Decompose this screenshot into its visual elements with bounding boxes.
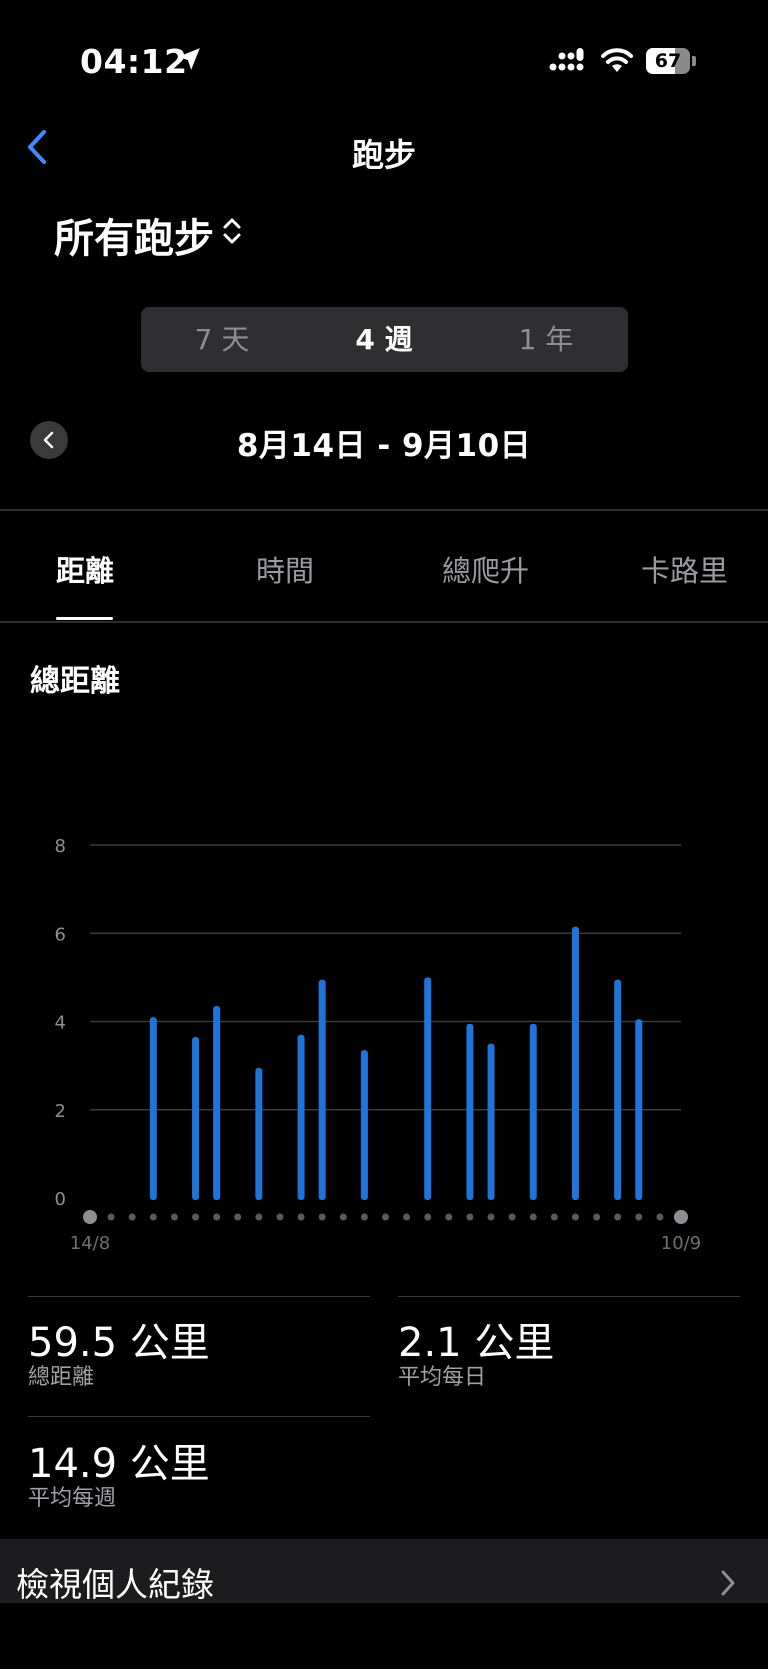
stat-weekly-average-label: 平均每週 [28,1486,117,1511]
bar [318,979,326,1200]
y-tick-label: 2 [55,1101,66,1122]
axis-day-dot [487,1213,495,1221]
battery-percent: 67 [654,50,682,72]
divider [0,621,768,623]
axis-day-dot [192,1213,200,1221]
bar [255,1067,263,1200]
divider [398,1296,740,1297]
workout-filter-label[interactable]: 所有跑步 [54,206,214,264]
axis-day-dot [529,1213,537,1221]
date-range-label: 8月14日 - 9月10日 [236,428,532,464]
tab-elevation[interactable]: 總爬升 [442,548,529,590]
axis-day-dot [276,1213,284,1221]
axis-day-dot [297,1213,305,1221]
axis-day-dot [83,1210,97,1224]
axis-day-dot [107,1213,115,1221]
divider [28,1416,370,1417]
axis-day-dot [339,1213,347,1221]
view-personal-records-label[interactable]: 檢視個人紀錄 [16,1558,214,1606]
bar [360,1050,368,1200]
status-time: 04:12 [80,42,188,81]
bar [529,1023,537,1200]
axis-day-dot [382,1213,389,1221]
axis-day-dot [424,1213,432,1221]
axis-day-dot [318,1213,326,1221]
x-start-label: 14/8 [70,1233,110,1254]
bar [571,926,579,1200]
axis-day-dot [149,1213,157,1221]
section-title: 總距離 [30,664,120,699]
bar [297,1034,305,1200]
period-segmented-control: 7 天 4 週 1 年 [141,307,628,372]
divider [0,509,768,511]
bar [424,977,432,1200]
axis-day-dot [635,1213,643,1221]
axis-day-dot [170,1213,178,1221]
period-tab-4-weeks[interactable]: 4 週 [303,307,465,372]
period-tab-7-days[interactable]: 7 天 [141,307,303,372]
chevron-right-icon[interactable] [720,1569,736,1597]
stat-total-distance-label: 總距離 [28,1365,95,1390]
x-end-label: 10/9 [661,1233,701,1254]
axis-day-dot [593,1213,601,1221]
tab-time[interactable]: 時間 [256,548,314,590]
battery-indicator: 67 [646,48,696,74]
page-title: 跑步 [351,136,416,174]
chevron-up-down-icon[interactable] [222,216,242,246]
wifi-icon [601,48,633,72]
y-tick-label: 4 [55,1013,66,1034]
y-tick-label: 8 [55,836,66,857]
bar [635,1019,643,1200]
tab-calories[interactable]: 卡路里 [641,548,728,590]
axis-day-dot [234,1213,242,1221]
bar [192,1036,200,1200]
axis-day-dot [213,1213,221,1221]
axis-day-dot [360,1213,368,1221]
axis-day-dot [550,1213,558,1221]
axis-day-dot [571,1213,579,1221]
active-tab-indicator [56,617,113,620]
cellular-signal-icon [549,48,584,71]
divider [28,1296,370,1297]
axis-day-dot [466,1213,474,1221]
y-tick-label: 0 [55,1189,66,1210]
y-tick-label: 6 [55,924,66,945]
axis-day-dot [403,1213,411,1221]
bar [213,1006,221,1200]
period-tab-1-year[interactable]: 1 年 [465,307,627,372]
bar [614,979,622,1200]
axis-day-dot [128,1213,136,1221]
distance-bar-chart: 0 2 4 6 8 14/8 10/9 [55,836,702,1254]
axis-day-dot [255,1213,263,1221]
tab-distance[interactable]: 距離 [56,548,114,590]
stat-daily-average-label: 平均每日 [398,1365,487,1390]
axis-day-dot [508,1213,516,1221]
axis-day-dot [656,1213,664,1221]
bar [487,1043,495,1200]
axis-day-dot [445,1213,453,1221]
bar [466,1023,474,1200]
location-arrow-icon [178,48,200,70]
axis-day-dot [614,1213,622,1221]
bar [149,1017,157,1200]
axis-day-dot [674,1210,688,1224]
